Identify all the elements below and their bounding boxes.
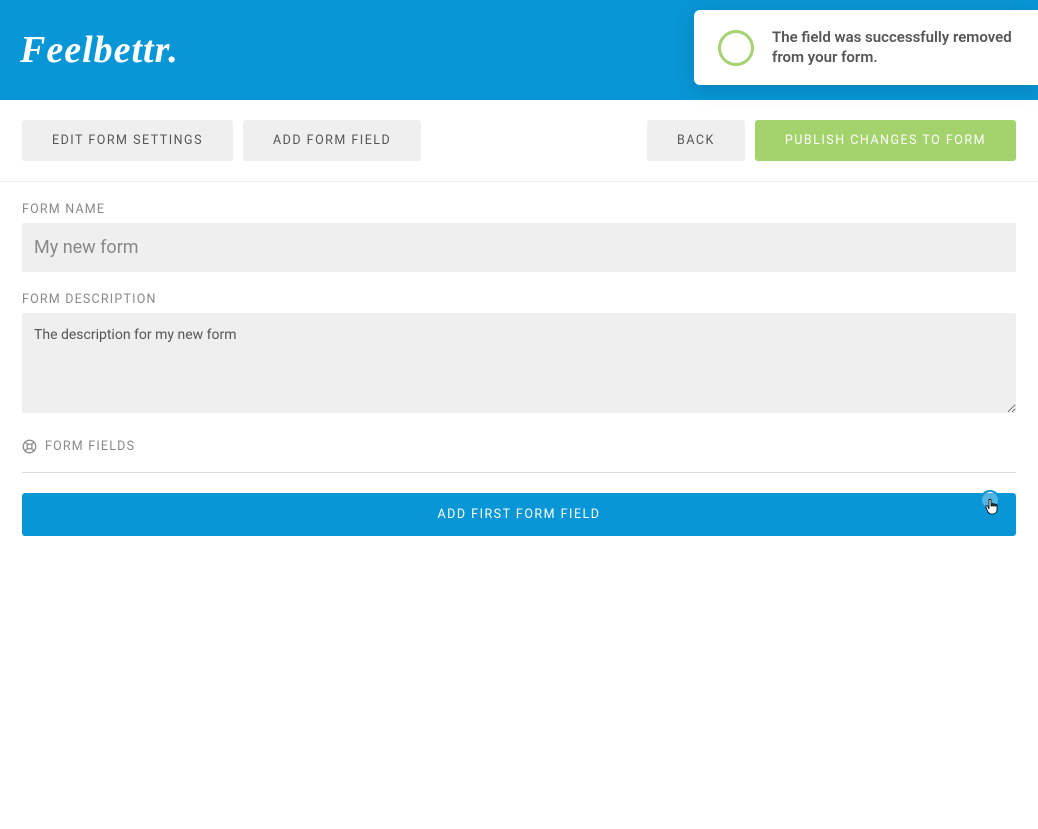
add-form-field-button[interactable]: ADD FORM FIELD: [243, 120, 421, 161]
toast-notification: The field was successfully removed from …: [694, 10, 1038, 85]
spacer: [431, 120, 637, 161]
form-name-input[interactable]: [22, 223, 1016, 272]
divider: [22, 472, 1016, 473]
logo: Feelbettr.: [20, 28, 179, 72]
content-area: FORM NAME FORM DESCRIPTION FORM FIELDS A…: [0, 182, 1038, 556]
publish-changes-button[interactable]: PUBLISH CHANGES TO FORM: [755, 120, 1016, 161]
form-description-label: FORM DESCRIPTION: [22, 292, 1016, 307]
success-circle-icon: [718, 30, 754, 66]
form-fields-section-header: FORM FIELDS: [22, 439, 1016, 454]
toast-message: The field was successfully removed from …: [772, 28, 1014, 67]
form-description-input[interactable]: [22, 313, 1016, 413]
form-name-label: FORM NAME: [22, 202, 1016, 217]
edit-form-settings-button[interactable]: EDIT FORM SETTINGS: [22, 120, 233, 161]
add-first-form-field-button[interactable]: ADD FIRST FORM FIELD: [22, 493, 1016, 536]
help-icon[interactable]: [22, 439, 37, 454]
form-fields-label: FORM FIELDS: [45, 439, 135, 454]
back-button[interactable]: BACK: [647, 120, 745, 161]
toolbar: EDIT FORM SETTINGS ADD FORM FIELD BACK P…: [0, 100, 1038, 182]
